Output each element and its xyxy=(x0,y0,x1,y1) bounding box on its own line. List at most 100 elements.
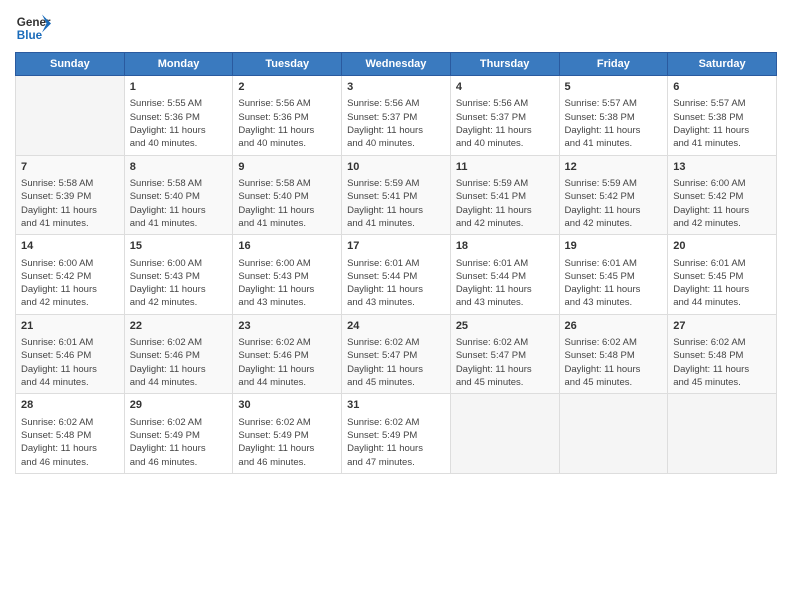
calendar-day-cell: 9 Sunrise: 5:58 AMSunset: 5:40 PMDaylight… xyxy=(233,155,342,235)
day-number: 16 xyxy=(238,239,336,254)
day-number: 10 xyxy=(347,160,445,175)
day-info: Sunrise: 6:02 AMSunset: 5:46 PMDaylight:… xyxy=(130,336,228,389)
day-number: 23 xyxy=(238,319,336,334)
day-info: Sunrise: 5:58 AMSunset: 5:40 PMDaylight:… xyxy=(238,177,336,230)
calendar-day-cell: 23 Sunrise: 6:02 AMSunset: 5:46 PMDayligh… xyxy=(233,314,342,394)
calendar-day-cell: 16 Sunrise: 6:00 AMSunset: 5:43 PMDayligh… xyxy=(233,235,342,315)
calendar-day-cell: 28 Sunrise: 6:02 AMSunset: 5:48 PMDayligh… xyxy=(16,394,125,474)
day-number: 11 xyxy=(456,160,554,175)
logo: General Blue xyxy=(15,10,51,46)
day-of-week-header: Tuesday xyxy=(233,53,342,76)
calendar-day-cell: 30 Sunrise: 6:02 AMSunset: 5:49 PMDayligh… xyxy=(233,394,342,474)
day-info: Sunrise: 5:59 AMSunset: 5:42 PMDaylight:… xyxy=(565,177,663,230)
calendar-day-cell: 18Sunrise: 6:01 AMSunset: 5:44 PMDayligh… xyxy=(450,235,559,315)
day-of-week-header: Friday xyxy=(559,53,668,76)
calendar-week-row: 21 Sunrise: 6:01 AMSunset: 5:46 PMDayligh… xyxy=(16,314,777,394)
day-info: Sunrise: 6:01 AMSunset: 5:46 PMDaylight:… xyxy=(21,336,119,389)
calendar-day-cell: 11 Sunrise: 5:59 AMSunset: 5:41 PMDayligh… xyxy=(450,155,559,235)
day-info: Sunrise: 5:55 AMSunset: 5:36 PMDaylight:… xyxy=(130,97,228,150)
day-info: Sunrise: 5:56 AMSunset: 5:37 PMDaylight:… xyxy=(347,97,445,150)
calendar-day-cell: 2Sunrise: 5:56 AMSunset: 5:36 PMDaylight… xyxy=(233,76,342,156)
calendar-day-cell: 31 Sunrise: 6:02 AMSunset: 5:49 PMDayligh… xyxy=(342,394,451,474)
day-number: 26 xyxy=(565,319,663,334)
day-number: 19 xyxy=(565,239,663,254)
calendar-day-cell: 12 Sunrise: 5:59 AMSunset: 5:42 PMDayligh… xyxy=(559,155,668,235)
calendar-empty-cell xyxy=(559,394,668,474)
day-info: Sunrise: 6:01 AMSunset: 5:45 PMDaylight:… xyxy=(673,257,771,310)
calendar-day-cell: 3 Sunrise: 5:56 AMSunset: 5:37 PMDaylight… xyxy=(342,76,451,156)
day-of-week-header: Wednesday xyxy=(342,53,451,76)
calendar-day-cell: 29Sunrise: 6:02 AMSunset: 5:49 PMDayligh… xyxy=(124,394,233,474)
day-number: 25 xyxy=(456,319,554,334)
page-header: General Blue xyxy=(15,10,777,46)
calendar-day-cell: 20 Sunrise: 6:01 AMSunset: 5:45 PMDayligh… xyxy=(668,235,777,315)
day-number: 29 xyxy=(130,398,228,413)
day-number: 27 xyxy=(673,319,771,334)
day-number: 22 xyxy=(130,319,228,334)
calendar-day-cell: 8Sunrise: 5:58 AMSunset: 5:40 PMDaylight… xyxy=(124,155,233,235)
day-info: Sunrise: 6:00 AMSunset: 5:43 PMDaylight:… xyxy=(238,257,336,310)
day-info: Sunrise: 6:00 AMSunset: 5:43 PMDaylight:… xyxy=(130,257,228,310)
day-number: 21 xyxy=(21,319,119,334)
day-info: Sunrise: 6:02 AMSunset: 5:49 PMDaylight:… xyxy=(238,416,336,469)
day-info: Sunrise: 5:57 AMSunset: 5:38 PMDaylight:… xyxy=(673,97,771,150)
day-number: 9 xyxy=(238,160,336,175)
day-info: Sunrise: 6:01 AMSunset: 5:44 PMDaylight:… xyxy=(347,257,445,310)
day-number: 1 xyxy=(130,80,228,95)
day-info: Sunrise: 6:02 AMSunset: 5:47 PMDaylight:… xyxy=(347,336,445,389)
day-of-week-header: Thursday xyxy=(450,53,559,76)
day-number: 6 xyxy=(673,80,771,95)
calendar-empty-cell xyxy=(668,394,777,474)
svg-text:Blue: Blue xyxy=(17,29,43,42)
day-info: Sunrise: 6:02 AMSunset: 5:49 PMDaylight:… xyxy=(347,416,445,469)
day-info: Sunrise: 6:00 AMSunset: 5:42 PMDaylight:… xyxy=(21,257,119,310)
day-info: Sunrise: 5:59 AMSunset: 5:41 PMDaylight:… xyxy=(456,177,554,230)
calendar-day-cell: 4 Sunrise: 5:56 AMSunset: 5:37 PMDaylight… xyxy=(450,76,559,156)
day-number: 3 xyxy=(347,80,445,95)
day-info: Sunrise: 5:56 AMSunset: 5:37 PMDaylight:… xyxy=(456,97,554,150)
calendar-table: SundayMondayTuesdayWednesdayThursdayFrid… xyxy=(15,52,777,474)
day-number: 4 xyxy=(456,80,554,95)
day-number: 24 xyxy=(347,319,445,334)
day-info: Sunrise: 6:02 AMSunset: 5:48 PMDaylight:… xyxy=(21,416,119,469)
day-number: 18 xyxy=(456,239,554,254)
calendar-day-cell: 7 Sunrise: 5:58 AMSunset: 5:39 PMDaylight… xyxy=(16,155,125,235)
day-number: 14 xyxy=(21,239,119,254)
day-info: Sunrise: 5:59 AMSunset: 5:41 PMDaylight:… xyxy=(347,177,445,230)
calendar-day-cell: 6 Sunrise: 5:57 AMSunset: 5:38 PMDaylight… xyxy=(668,76,777,156)
calendar-week-row: 14 Sunrise: 6:00 AMSunset: 5:42 PMDayligh… xyxy=(16,235,777,315)
day-number: 12 xyxy=(565,160,663,175)
calendar-header-row: SundayMondayTuesdayWednesdayThursdayFrid… xyxy=(16,53,777,76)
day-number: 2 xyxy=(238,80,336,95)
calendar-week-row: 28 Sunrise: 6:02 AMSunset: 5:48 PMDayligh… xyxy=(16,394,777,474)
calendar-day-cell: 1 Sunrise: 5:55 AMSunset: 5:36 PMDaylight… xyxy=(124,76,233,156)
day-info: Sunrise: 6:02 AMSunset: 5:48 PMDaylight:… xyxy=(565,336,663,389)
calendar-day-cell: 26 Sunrise: 6:02 AMSunset: 5:48 PMDayligh… xyxy=(559,314,668,394)
day-info: Sunrise: 6:01 AMSunset: 5:45 PMDaylight:… xyxy=(565,257,663,310)
calendar-day-cell: 22 Sunrise: 6:02 AMSunset: 5:46 PMDayligh… xyxy=(124,314,233,394)
calendar-day-cell: 15 Sunrise: 6:00 AMSunset: 5:43 PMDayligh… xyxy=(124,235,233,315)
day-info: Sunrise: 6:02 AMSunset: 5:48 PMDaylight:… xyxy=(673,336,771,389)
calendar-week-row: 1 Sunrise: 5:55 AMSunset: 5:36 PMDaylight… xyxy=(16,76,777,156)
day-number: 30 xyxy=(238,398,336,413)
calendar-day-cell: 14 Sunrise: 6:00 AMSunset: 5:42 PMDayligh… xyxy=(16,235,125,315)
calendar-day-cell: 13Sunrise: 6:00 AMSunset: 5:42 PMDayligh… xyxy=(668,155,777,235)
day-of-week-header: Monday xyxy=(124,53,233,76)
calendar-week-row: 7 Sunrise: 5:58 AMSunset: 5:39 PMDaylight… xyxy=(16,155,777,235)
day-number: 8 xyxy=(130,160,228,175)
day-info: Sunrise: 6:02 AMSunset: 5:46 PMDaylight:… xyxy=(238,336,336,389)
day-of-week-header: Saturday xyxy=(668,53,777,76)
day-of-week-header: Sunday xyxy=(16,53,125,76)
day-number: 31 xyxy=(347,398,445,413)
day-info: Sunrise: 5:58 AMSunset: 5:39 PMDaylight:… xyxy=(21,177,119,230)
calendar-day-cell: 27 Sunrise: 6:02 AMSunset: 5:48 PMDayligh… xyxy=(668,314,777,394)
calendar-day-cell: 21 Sunrise: 6:01 AMSunset: 5:46 PMDayligh… xyxy=(16,314,125,394)
day-number: 15 xyxy=(130,239,228,254)
day-number: 20 xyxy=(673,239,771,254)
day-info: Sunrise: 5:57 AMSunset: 5:38 PMDaylight:… xyxy=(565,97,663,150)
day-number: 7 xyxy=(21,160,119,175)
calendar-day-cell: 24 Sunrise: 6:02 AMSunset: 5:47 PMDayligh… xyxy=(342,314,451,394)
day-number: 28 xyxy=(21,398,119,413)
calendar-empty-cell xyxy=(16,76,125,156)
calendar-day-cell: 10 Sunrise: 5:59 AMSunset: 5:41 PMDayligh… xyxy=(342,155,451,235)
